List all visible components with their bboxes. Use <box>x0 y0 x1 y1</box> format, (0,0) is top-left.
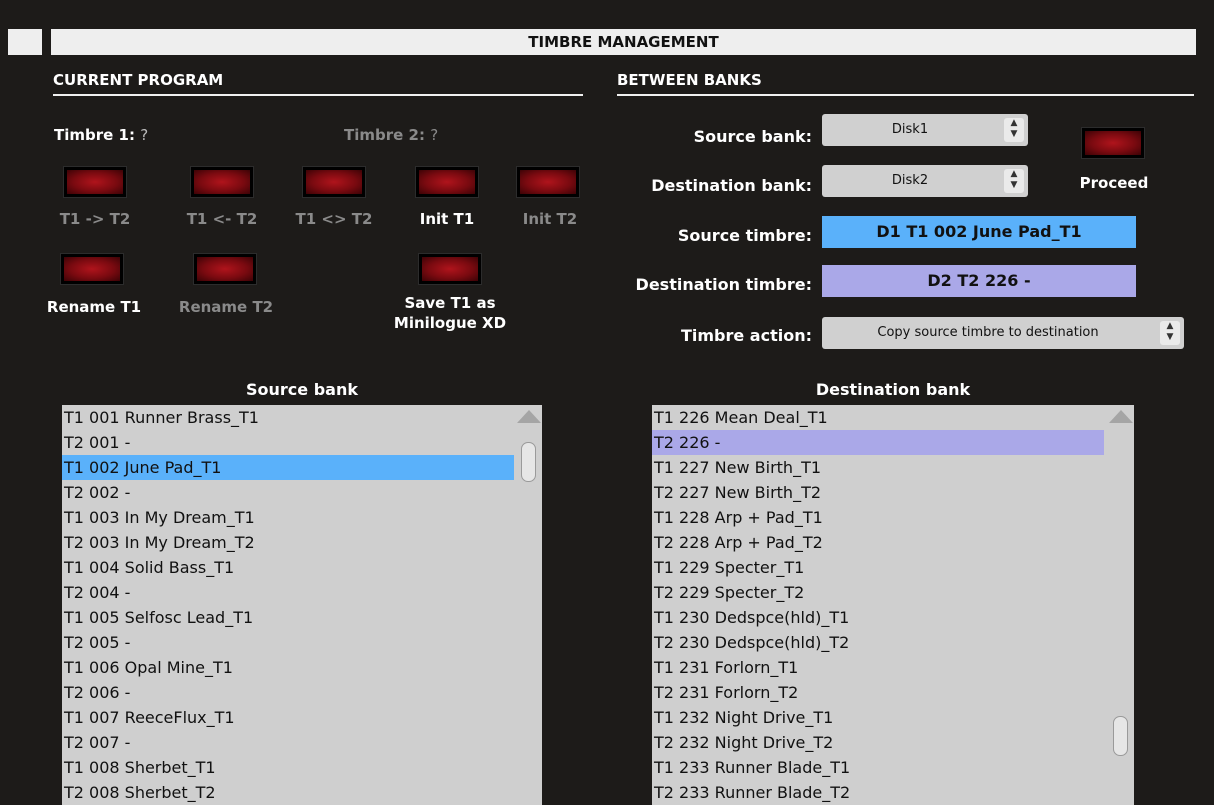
list-item[interactable]: T2 007 - <box>62 730 514 755</box>
list-item[interactable]: T2 233 Runner Blade_T2 <box>652 780 1104 805</box>
destination-bank-label: Destination bank: <box>651 176 812 195</box>
list-item[interactable]: T2 227 New Birth_T2 <box>652 480 1104 505</box>
source-timbre-field: D1 T1 002 June Pad_T1 <box>822 216 1136 248</box>
destination-bank-select[interactable]: Disk2 ▲ ▼ <box>822 165 1028 197</box>
rename-t1-label: Rename T1 <box>46 298 142 316</box>
list-item[interactable]: T1 231 Forlorn_T1 <box>652 655 1104 680</box>
init-t2-label: Init T2 <box>522 210 578 228</box>
list-item[interactable]: T2 008 Sherbet_T2 <box>62 780 514 805</box>
source-bank-select[interactable]: Disk1 ▲ ▼ <box>822 114 1028 146</box>
between-banks-heading: BETWEEN BANKS <box>617 70 1194 96</box>
list-item[interactable]: T1 228 Arp + Pad_T1 <box>652 505 1104 530</box>
list-item[interactable]: T2 230 Dedspce(hld)_T2 <box>652 630 1104 655</box>
timbre2-label: Timbre 2: <box>344 126 425 144</box>
rename-t1-button[interactable] <box>60 253 124 285</box>
timbre1-display: Timbre 1: ? <box>54 126 148 144</box>
list-item[interactable]: T1 003 In My Dream_T1 <box>62 505 514 530</box>
t1-from-t2-label: T1 <- T2 <box>186 210 258 228</box>
left-tab[interactable] <box>8 29 42 55</box>
list-item[interactable]: T2 001 - <box>62 430 514 455</box>
list-item[interactable]: T2 005 - <box>62 630 514 655</box>
scroll-up-icon[interactable] <box>517 410 541 423</box>
list-item[interactable]: T1 229 Specter_T1 <box>652 555 1104 580</box>
list-item[interactable]: T1 233 Runner Blade_T1 <box>652 755 1104 780</box>
list-item[interactable]: T1 001 Runner Brass_T1 <box>62 405 514 430</box>
timbre-action-select[interactable]: Copy source timbre to destination ▲ ▼ <box>822 317 1184 349</box>
list-item[interactable]: T2 232 Night Drive_T2 <box>652 730 1104 755</box>
list-item[interactable]: T2 228 Arp + Pad_T2 <box>652 530 1104 555</box>
save-minilogue-button[interactable] <box>418 253 482 285</box>
list-item[interactable]: T1 008 Sherbet_T1 <box>62 755 514 780</box>
destination-timbre-label: Destination timbre: <box>635 275 812 294</box>
list-item[interactable]: T1 006 Opal Mine_T1 <box>62 655 514 680</box>
list-item[interactable]: T2 002 - <box>62 480 514 505</box>
t1-swap-t2-label: T1 <> T2 <box>295 210 373 228</box>
destination-rows: T1 226 Mean Deal_T1 T2 226 - T1 227 New Bi… <box>652 405 1134 805</box>
t1-swap-t2-button[interactable] <box>302 166 366 198</box>
source-timbre-label: Source timbre: <box>677 226 812 245</box>
updown-arrows-icon: ▲ ▼ <box>1160 321 1180 345</box>
page-title: TIMBRE MANAGEMENT <box>51 29 1196 55</box>
init-t2-button[interactable] <box>516 166 580 198</box>
list-item[interactable]: T2 231 Forlorn_T2 <box>652 680 1104 705</box>
list-item[interactable]: T2 004 - <box>62 580 514 605</box>
current-program-heading: CURRENT PROGRAM <box>53 70 583 96</box>
destination-bank-value: Disk2 <box>891 173 929 188</box>
top-strip <box>0 0 1214 29</box>
list-item[interactable]: T1 227 New Birth_T1 <box>652 455 1104 480</box>
timbre1-label: Timbre 1: <box>54 126 135 144</box>
list-item[interactable]: T2 229 Specter_T2 <box>652 580 1104 605</box>
proceed-label: Proceed <box>1079 174 1149 192</box>
timbre-action-value: Copy source timbre to destination <box>877 325 1099 340</box>
list-item[interactable]: T2 006 - <box>62 680 514 705</box>
source-bank-value: Disk1 <box>891 122 929 137</box>
list-item[interactable]: T1 004 Solid Bass_T1 <box>62 555 514 580</box>
timbre2-value: ? <box>430 126 439 144</box>
list-item[interactable]: T2 226 - <box>652 430 1104 455</box>
list-item[interactable]: T2 003 In My Dream_T2 <box>62 530 514 555</box>
t1-to-t2-button[interactable] <box>63 166 127 198</box>
destination-bank-list[interactable]: T1 226 Mean Deal_T1 T2 226 - T1 227 New Bi… <box>652 405 1134 805</box>
rename-t2-button[interactable] <box>193 253 257 285</box>
t1-to-t2-label: T1 -> T2 <box>59 210 131 228</box>
destination-scroll-thumb[interactable] <box>1113 716 1128 756</box>
save-minilogue-label: Save T1 as Minilogue XD <box>375 293 525 333</box>
timbre1-value: ? <box>140 126 149 144</box>
proceed-button[interactable] <box>1081 127 1145 159</box>
list-item[interactable]: T1 230 Dedspce(hld)_T1 <box>652 605 1104 630</box>
source-list-title: Source bank <box>246 380 358 399</box>
t1-from-t2-button[interactable] <box>190 166 254 198</box>
rename-t2-label: Rename T2 <box>178 298 274 316</box>
source-bank-list[interactable]: T1 001 Runner Brass_T1 T2 001 - T1 002 Jun… <box>62 405 542 805</box>
save-minilogue-label-line2: Minilogue XD <box>393 314 507 332</box>
destination-timbre-field: D2 T2 226 - <box>822 265 1136 297</box>
init-t1-label: Init T1 <box>419 210 475 228</box>
updown-arrows-icon: ▲ ▼ <box>1004 118 1024 142</box>
save-minilogue-label-line1: Save T1 as <box>404 294 496 312</box>
source-rows: T1 001 Runner Brass_T1 T2 001 - T1 002 Jun… <box>62 405 542 805</box>
source-scroll-thumb[interactable] <box>521 442 536 482</box>
init-t1-button[interactable] <box>415 166 479 198</box>
updown-arrows-icon: ▲ ▼ <box>1004 169 1024 193</box>
list-item[interactable]: T1 232 Night Drive_T1 <box>652 705 1104 730</box>
timbre2-display: Timbre 2: ? <box>344 126 438 144</box>
list-item[interactable]: T1 226 Mean Deal_T1 <box>652 405 1104 430</box>
source-bank-label: Source bank: <box>693 127 812 146</box>
scroll-up-icon[interactable] <box>1109 410 1133 423</box>
list-item[interactable]: T1 007 ReeceFlux_T1 <box>62 705 514 730</box>
destination-list-title: Destination bank <box>815 380 971 399</box>
timbre-action-label: Timbre action: <box>680 326 812 345</box>
list-item[interactable]: T1 005 Selfosc Lead_T1 <box>62 605 514 630</box>
list-item[interactable]: T1 002 June Pad_T1 <box>62 455 514 480</box>
